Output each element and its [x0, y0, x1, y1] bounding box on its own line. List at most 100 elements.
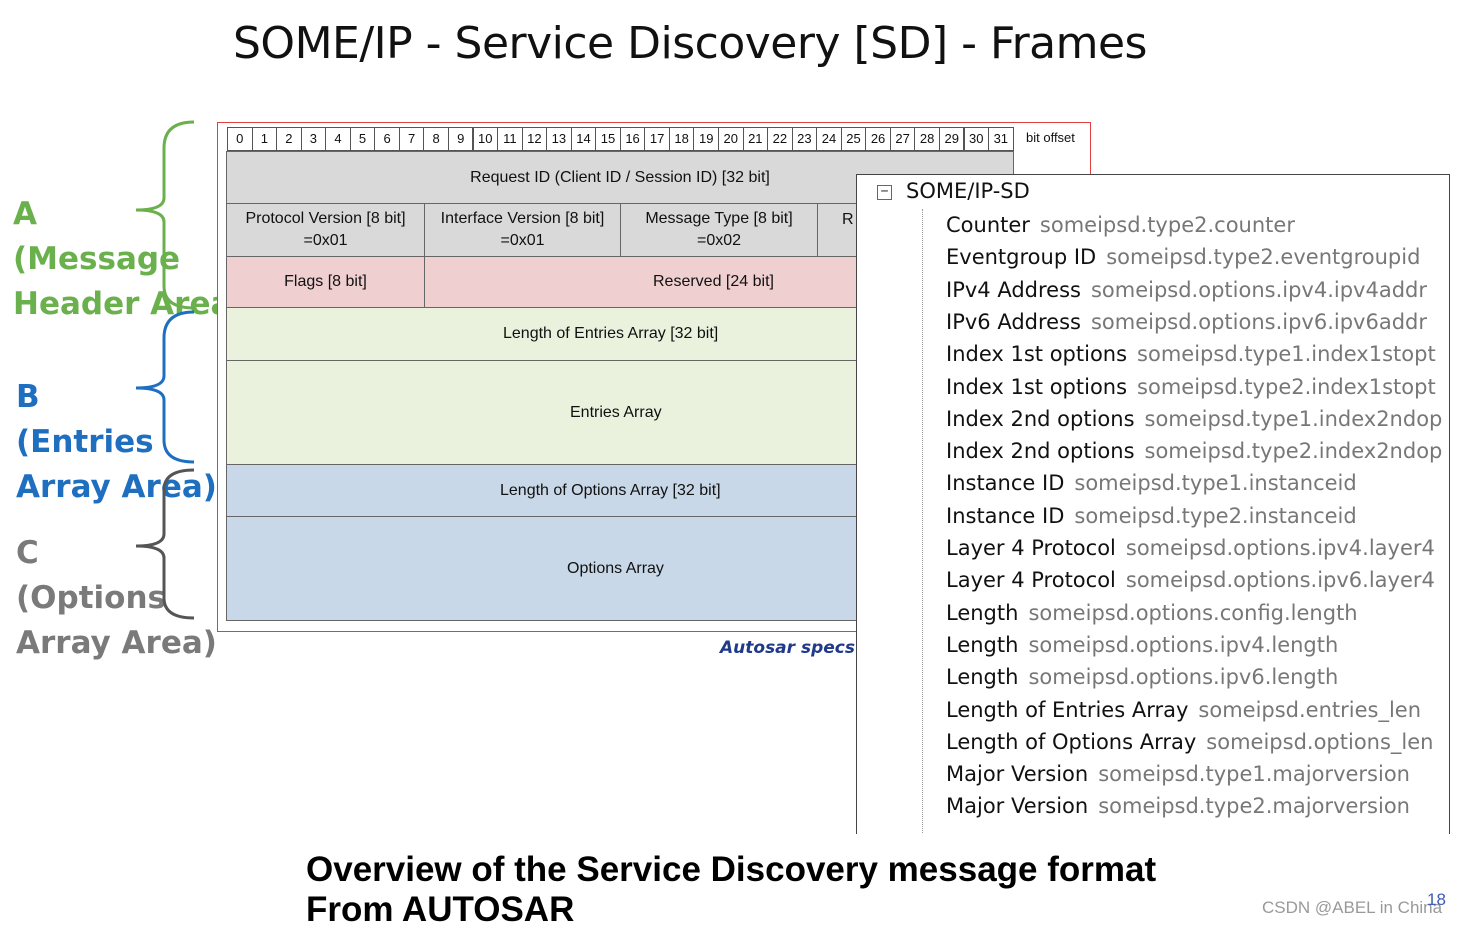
bit-offset-cell: 11 [497, 127, 523, 151]
tree-item-filter: someipsd.options.config.length [1028, 600, 1358, 625]
tree-item-name: IPv4 Address [946, 277, 1081, 302]
region-braces [135, 120, 195, 620]
tree-item[interactable]: Length someipsd.options.config.length [946, 601, 1358, 625]
bit-offset-cell: 29 [938, 127, 965, 151]
bit-offset-cell: 24 [816, 127, 842, 151]
reserved-label: Reserved [24 bit] [653, 273, 774, 290]
bit-offset-cell: 10 [472, 127, 499, 151]
tree-item-name: Layer 4 Protocol [946, 568, 1116, 593]
brace-a [135, 120, 195, 310]
bit-offset-cell: 13 [546, 127, 572, 151]
tree-item[interactable]: Length someipsd.options.ipv4.length [946, 633, 1338, 657]
interface-version-value: =0x01 [500, 232, 545, 249]
slide-caption: Overview of the Service Discovery messag… [306, 850, 1156, 930]
brace-c [135, 468, 195, 620]
tree-item-name: Length of Entries Array [946, 697, 1189, 722]
tree-item-filter: someipsd.entries_len [1198, 697, 1422, 722]
bit-offset-cell: 22 [767, 127, 793, 151]
bit-offset-cell: 4 [325, 127, 351, 151]
tree-item-name: Length [946, 632, 1019, 657]
bit-offset-cell: 15 [595, 127, 621, 151]
tree-item[interactable]: Index 2nd options someipsd.type1.index2nd… [946, 407, 1442, 431]
tree-item-name: Eventgroup ID [946, 245, 1097, 270]
tree-item[interactable]: Eventgroup ID someipsd.type2.eventgroupid [946, 245, 1420, 269]
tree-item-filter: someipsd.type2.index1stopt [1137, 374, 1436, 399]
tree-guide-line [922, 209, 923, 834]
tree-item[interactable]: Length of Entries Array someipsd.entries_… [946, 698, 1421, 722]
bit-offset-cell: 23 [791, 127, 818, 151]
protocol-version-field: Protocol Version [8 bit] =0x01 [226, 203, 425, 257]
tree-item-filter: someipsd.options.ipv4.length [1028, 632, 1339, 657]
bit-offset-cell: 12 [521, 127, 548, 151]
tree-item-name: Major Version [946, 794, 1089, 819]
caption-line-2: From AUTOSAR [306, 890, 575, 929]
tree-item[interactable]: Counter someipsd.type2.counter [946, 213, 1295, 237]
tree-item[interactable]: IPv6 Address someipsd.options.ipv6.ipv6ad… [946, 310, 1427, 334]
tree-item[interactable]: Index 2nd options someipsd.type2.index2nd… [946, 439, 1442, 463]
tree-item-name: Length [946, 600, 1019, 625]
return-code-label: R [842, 211, 854, 228]
bit-offset-cell: 0 [227, 127, 253, 151]
bit-offset-cell: 19 [693, 127, 719, 151]
collapse-icon[interactable]: − [877, 184, 892, 200]
tree-item[interactable]: Major Version someipsd.type1.majorversion [946, 762, 1410, 786]
page-number: 18 [1427, 890, 1446, 909]
message-type-value: =0x02 [696, 232, 742, 249]
tree-item-filter: someipsd.type2.majorversion [1098, 794, 1410, 819]
source-note: Autosar specs [720, 638, 855, 658]
bit-offset-cell: 16 [619, 127, 646, 151]
tree-item-name: Layer 4 Protocol [946, 536, 1116, 560]
tree-item-filter: someipsd.type1.index2ndop [1144, 406, 1443, 431]
bit-offset-cell: 1 [251, 127, 278, 151]
bit-offset-cell: 6 [374, 127, 400, 151]
bit-offset-cell: 9 [447, 127, 474, 151]
tree-item-filter: someipsd.type2.index2ndop [1144, 439, 1443, 464]
tree-item-name: Length [946, 665, 1019, 690]
tree-item[interactable]: Length of Options Array someipsd.options_… [946, 730, 1433, 754]
bit-offset-cell: 7 [398, 127, 425, 151]
tree-item-name: Index 1st options [946, 342, 1128, 367]
tree-item-filter: someipsd.options.ipv6.layer4 [1125, 568, 1435, 593]
bit-offset-cell: 2 [276, 127, 302, 151]
bit-offset-cell: 21 [742, 127, 769, 151]
options-array-label: Options Array [567, 559, 664, 577]
tree-item-name: Index 2nd options [946, 406, 1135, 431]
tree-item[interactable]: Instance ID someipsd.type2.instanceid [946, 504, 1357, 528]
request-id-label: Request ID (Client ID / Session ID) [32 … [470, 168, 770, 186]
bit-offset-label: bit offset [1026, 130, 1075, 145]
tree-item-name: Length of Options Array [946, 729, 1197, 754]
bit-offset-cell: 25 [840, 127, 867, 151]
tree-item[interactable]: Length someipsd.options.ipv6.length [946, 665, 1338, 689]
tree-item[interactable]: Index 1st options someipsd.type1.index1st… [946, 342, 1436, 366]
tree-item-name: Instance ID [946, 471, 1065, 496]
tree-item[interactable]: Layer 4 Protocol someipsd.options.ipv4.la… [946, 536, 1435, 560]
message-type-label: Message Type [8 bit] [645, 210, 793, 227]
caption-line-1: Overview of the Service Discovery messag… [306, 850, 1157, 889]
bit-offset-cell: 20 [718, 127, 744, 151]
tree-item[interactable]: Layer 4 Protocol someipsd.options.ipv6.la… [946, 568, 1435, 592]
bit-offset-cell: 17 [644, 127, 670, 151]
tree-item-filter: someipsd.type1.index1stopt [1137, 342, 1436, 367]
tree-item[interactable]: Instance ID someipsd.type1.instanceid [946, 471, 1357, 495]
flags-label: Flags [8 bit] [284, 273, 367, 290]
brace-b [135, 310, 195, 464]
tree-item-name: Instance ID [946, 503, 1065, 528]
length-options-label: Length of Options Array [32 bit] [500, 481, 721, 499]
bit-offset-cell: 3 [300, 127, 327, 151]
interface-version-label: Interface Version [8 bit] [440, 210, 605, 227]
tree-root[interactable]: − SOME/IP-SD [877, 179, 1030, 203]
field-tree-panel: − SOME/IP-SD Counter someipsd.type2.counte… [856, 174, 1450, 834]
tree-item[interactable]: Index 1st options someipsd.type2.index1st… [946, 375, 1436, 399]
tree-item-filter: someipsd.options.ipv4.layer4 [1125, 536, 1435, 560]
tree-item-filter: someipsd.type2.counter [1039, 213, 1295, 237]
tree-item-name: Index 2nd options [946, 439, 1135, 464]
tree-item-filter: someipsd.options.ipv4.ipv4addr [1090, 277, 1427, 302]
tree-item[interactable]: IPv4 Address someipsd.options.ipv4.ipv4ad… [946, 278, 1427, 302]
tree-item-filter: someipsd.options_len [1206, 729, 1434, 754]
tree-item-filter: someipsd.type2.eventgroupid [1106, 245, 1421, 270]
tree-item-filter: someipsd.options.ipv6.ipv6addr [1090, 309, 1427, 334]
tree-item-filter: someipsd.type2.instanceid [1074, 503, 1357, 528]
tree-item[interactable]: Major Version someipsd.type2.majorversion [946, 794, 1410, 818]
bit-offset-cell: 27 [889, 127, 916, 151]
tree-item-name: Counter [946, 213, 1030, 237]
